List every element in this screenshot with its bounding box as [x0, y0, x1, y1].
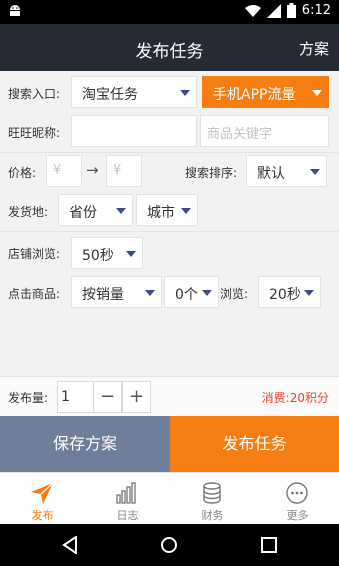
signal-icon [266, 3, 281, 18]
click-count-select[interactable]: 0个 [164, 276, 219, 308]
wangwang-nick-input[interactable] [71, 115, 197, 147]
price-max-placeholder: ¥ [113, 163, 122, 178]
search-entry-select[interactable]: 淘宝任务 [71, 76, 197, 108]
click-count-value: 0个 [175, 287, 198, 303]
wangwang-label: 旺旺昵称: [8, 126, 61, 140]
shop-browse-label: 店铺浏览: [8, 247, 61, 261]
wifi-icon [244, 4, 261, 17]
quantity-input[interactable]: 1 [57, 381, 94, 413]
chevron-down-icon [304, 290, 314, 296]
traffic-mode-select[interactable]: 手机APP流量 [202, 76, 329, 108]
tab-publish[interactable]: 发布 [0, 473, 85, 525]
shipping-label: 发货地: [8, 205, 49, 219]
quantity-label: 发布量: [8, 391, 49, 405]
click-mode-value: 按销量 [82, 287, 124, 303]
province-select[interactable]: 省份 [58, 194, 133, 226]
system-nav-bar [0, 524, 339, 566]
chevron-down-icon [202, 290, 212, 296]
traffic-mode-value: 手机APP流量 [213, 87, 296, 103]
android-icon [10, 5, 20, 16]
click-mode-select[interactable]: 按销量 [71, 276, 162, 308]
chevron-down-icon [312, 90, 322, 96]
plan-button[interactable]: 方案 [299, 38, 329, 59]
chevron-down-icon [116, 208, 126, 214]
home-icon[interactable] [160, 536, 178, 554]
tab-label: 财务 [201, 509, 224, 522]
chevron-down-icon [145, 290, 155, 296]
divider [0, 231, 339, 232]
search-entry-value: 淘宝任务 [82, 87, 138, 103]
price-min-input[interactable]: ¥ [46, 155, 82, 187]
browse-time-select[interactable]: 20秒 [258, 276, 321, 308]
chevron-down-icon [181, 208, 191, 214]
sort-value: 默认 [257, 166, 285, 182]
app-header: 发布任务 方案 [0, 24, 339, 71]
battery-icon [286, 3, 296, 18]
click-goods-label: 点击商品: [8, 287, 61, 301]
quantity-increment-button[interactable]: + [122, 381, 151, 413]
tab-finance[interactable]: 财务 [170, 473, 255, 525]
city-value: 城市 [147, 205, 175, 221]
status-bar: 6:12 [0, 0, 339, 24]
chevron-down-icon [310, 169, 320, 175]
clock: 6:12 [301, 3, 331, 18]
tab-label: 更多 [286, 509, 309, 522]
browse-time-value: 20秒 [269, 287, 301, 303]
divider [0, 152, 339, 153]
keyword-placeholder: 商品关键字 [207, 127, 273, 142]
sort-label: 搜索排序: [185, 166, 238, 180]
browse-label: 浏览: [220, 287, 249, 301]
tab-label: 日志 [116, 509, 139, 522]
bar-chart-icon [116, 482, 136, 504]
chevron-down-icon [126, 251, 136, 257]
shop-browse-value: 50秒 [82, 248, 114, 264]
price-min-placeholder: ¥ [53, 163, 62, 178]
tab-label: 发布 [31, 509, 54, 522]
recents-icon[interactable] [261, 537, 277, 553]
keyword-input[interactable]: 商品关键字 [200, 115, 329, 147]
back-icon[interactable] [62, 536, 78, 554]
sort-select[interactable]: 默认 [246, 155, 327, 187]
tab-more[interactable]: 更多 [255, 473, 339, 525]
bottom-tab-bar: 发布 日志 财务 更多 [0, 472, 339, 524]
price-range-arrow: → [86, 161, 99, 179]
cost-text: 消费:20积分 [261, 391, 329, 405]
city-select[interactable]: 城市 [136, 194, 198, 226]
price-label: 价格: [8, 166, 37, 180]
more-icon [286, 482, 308, 504]
quantity-bar: 发布量: 1 − + 消费:20积分 [0, 376, 339, 416]
database-icon [203, 482, 221, 504]
search-entry-label: 搜索入口: [8, 87, 61, 101]
publish-task-button[interactable]: 发布任务 [170, 416, 339, 472]
quantity-decrement-button[interactable]: − [93, 381, 122, 413]
chevron-down-icon [180, 90, 190, 96]
price-max-input[interactable]: ¥ [106, 155, 142, 187]
tab-log[interactable]: 日志 [85, 473, 170, 525]
paper-plane-icon [31, 482, 54, 504]
page-title: 发布任务 [135, 42, 204, 62]
province-value: 省份 [69, 205, 97, 221]
shop-browse-select[interactable]: 50秒 [71, 237, 143, 269]
save-plan-button[interactable]: 保存方案 [0, 416, 170, 472]
